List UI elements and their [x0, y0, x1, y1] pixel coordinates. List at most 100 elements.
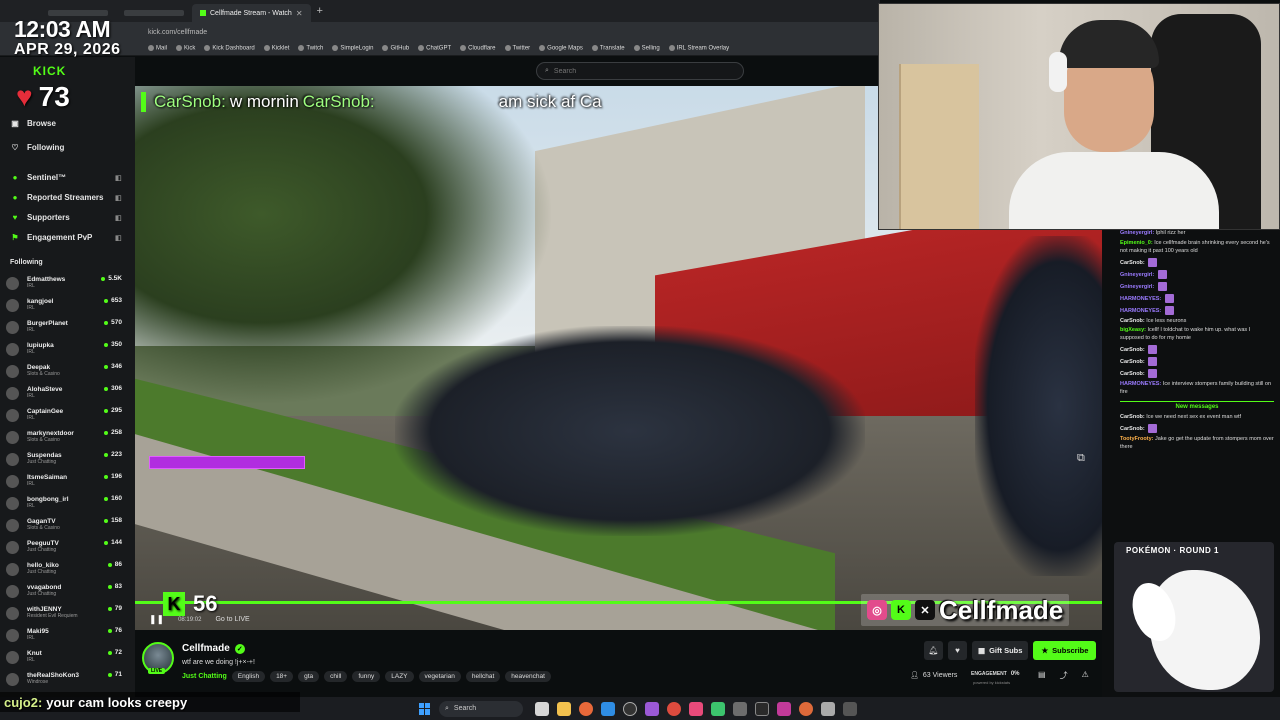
pin-icon[interactable]: ◧ [115, 234, 122, 242]
stream-tag[interactable]: LAZY [385, 671, 414, 682]
notifications-button[interactable]: 🔔︎ [924, 641, 943, 660]
chrome-icon[interactable] [667, 701, 681, 716]
bookmark-item[interactable]: Selling [633, 45, 660, 52]
sidebar-item-supporters[interactable]: ♥ Supporters ◧ [10, 213, 122, 222]
search-field[interactable]: ⌕ [536, 62, 744, 80]
following-item[interactable]: withJENNY Resident Evil Requiem 79 [6, 602, 132, 624]
firefox-icon[interactable] [579, 701, 593, 716]
stream-tag[interactable]: chill [324, 671, 348, 682]
vscode-icon[interactable] [601, 701, 615, 716]
file-explorer-icon[interactable] [557, 701, 571, 716]
chat-username[interactable]: CarSnob: [1120, 426, 1145, 432]
chat-username[interactable]: CarSnob: [1120, 347, 1145, 353]
bookmark-item[interactable]: GitHub [382, 45, 409, 52]
chat-username[interactable]: CarSnob: [1120, 318, 1145, 324]
stream-tag[interactable]: heavenchat [505, 671, 551, 682]
following-item[interactable]: Edmatthews IRL 5.5K [6, 272, 132, 294]
bookmark-item[interactable]: Cloudflare [460, 45, 496, 52]
clip-icon[interactable]: ▤ [1038, 670, 1046, 681]
bookmark-item[interactable]: Google Maps [539, 45, 583, 52]
task-view-icon[interactable] [535, 701, 549, 716]
theatre-mode-icon[interactable]: ⧉ [1077, 452, 1085, 465]
sidebar-item-following[interactable]: ♡ Following [10, 143, 64, 152]
chat-username[interactable]: CarSnob: [1120, 359, 1145, 365]
following-item[interactable]: ItsmeSaiman IRL 196 [6, 470, 132, 492]
chat-username[interactable]: Gnineyergirl: [1120, 272, 1154, 278]
streamer-name[interactable]: Cellfmade [182, 643, 230, 654]
address-bar[interactable]: kick.com/cellfmade [0, 22, 880, 42]
bookmark-item[interactable]: Twitch [298, 45, 323, 52]
bookmark-item[interactable]: IRL Stream Overlay [668, 45, 729, 52]
app-icon[interactable] [733, 701, 747, 716]
app-icon[interactable] [799, 701, 813, 716]
sidebar-item-sentinel[interactable]: ● Sentinel™ ◧ [10, 173, 122, 182]
bookmark-item[interactable]: Mail [148, 45, 167, 52]
sidebar-item-browse[interactable]: ▣ Browse [10, 119, 56, 128]
taskbar-search[interactable]: ⌕ Search [439, 700, 523, 717]
stream-tag[interactable]: hellchat [465, 671, 501, 682]
new-tab-icon[interactable]: + [317, 5, 323, 17]
stream-tag[interactable]: vegetarian [418, 671, 461, 682]
following-item[interactable]: GaganTV Slots & Casino 158 [6, 514, 132, 536]
following-item[interactable]: lupiupka IRL 350 [6, 338, 132, 360]
app-icon[interactable] [843, 701, 857, 716]
bookmark-item[interactable]: Kick Dashboard [204, 45, 255, 52]
sidebar-item-engagement-pvp[interactable]: ⚑ Engagement PvP ◧ [10, 233, 121, 242]
browser-tab[interactable] [116, 4, 192, 22]
following-item[interactable]: PeeguuTV Just Chatting 144 [6, 536, 132, 558]
chat-username[interactable]: bigXeasy: [1120, 327, 1146, 333]
chat-username[interactable]: Epimenio_0: [1120, 240, 1153, 246]
app-icon[interactable] [711, 701, 725, 716]
bookmark-item[interactable]: Twitter [504, 45, 530, 52]
bookmark-item[interactable]: Kick [176, 45, 195, 52]
chat-username[interactable]: Gnineyergirl: [1120, 230, 1154, 236]
app-icon[interactable] [821, 701, 835, 716]
app-icon[interactable] [777, 701, 791, 716]
following-item[interactable]: hello_kiko Just Chatting 86 [6, 558, 132, 580]
app-icon[interactable] [645, 701, 659, 716]
pin-icon[interactable]: ◧ [115, 174, 122, 182]
chat-username[interactable]: TootyFrooty: [1120, 436, 1154, 442]
pin-icon[interactable]: ◧ [115, 194, 122, 202]
obs-icon[interactable] [623, 701, 637, 716]
subscribe-button[interactable]: ★ Subscribe [1033, 641, 1097, 660]
following-item[interactable]: markynextdoor Slots & Casino 258 [6, 426, 132, 448]
chat-username[interactable]: HARMONEYES: [1120, 308, 1161, 314]
follow-heart-button[interactable]: ♥ [948, 641, 967, 660]
go-to-live-button[interactable]: Go to LIVE [215, 616, 249, 623]
chat-username[interactable]: Gnineyergirl: [1120, 284, 1154, 290]
following-item[interactable]: vvagabond Just Chatting 83 [6, 580, 132, 602]
chat-username[interactable]: HARMONEYES: [1120, 296, 1161, 302]
following-item[interactable]: AlohaSteve IRL 306 [6, 382, 132, 404]
chat-username[interactable]: CarSnob: [1120, 414, 1145, 420]
following-item[interactable]: CaptainGee IRL 295 [6, 404, 132, 426]
windows-start-icon[interactable] [419, 702, 431, 715]
pin-icon[interactable]: ◧ [115, 214, 122, 222]
chat-username[interactable]: CarSnob: [1120, 371, 1145, 377]
browser-tab-active[interactable]: Cellfmade Stream - Watch ✕ [192, 4, 311, 22]
stream-tag[interactable]: funny [352, 671, 381, 682]
stream-tag[interactable]: English [231, 671, 266, 682]
chat-username[interactable]: CarSnob: [1120, 260, 1145, 266]
following-item[interactable]: Suspendas Just Chatting 223 [6, 448, 132, 470]
stream-tag[interactable]: 18+ [270, 671, 294, 682]
close-tab-icon[interactable]: ✕ [296, 9, 303, 18]
following-item[interactable]: kangjoel IRL 653 [6, 294, 132, 316]
stream-category[interactable]: Just Chatting [182, 673, 227, 680]
app-icon[interactable] [755, 701, 769, 716]
app-icon[interactable] [689, 701, 703, 716]
bookmark-item[interactable]: ChatGPT [418, 45, 451, 52]
following-item[interactable]: bongbong_irl IRL 160 [6, 492, 132, 514]
following-item[interactable]: Maki95 IRL 76 [6, 624, 132, 646]
bookmark-item[interactable]: Translate [591, 45, 625, 52]
chat-username[interactable]: HARMONEYES: [1120, 381, 1161, 387]
search-input[interactable] [553, 67, 724, 75]
bookmark-item[interactable]: Kicklet [263, 45, 289, 52]
following-item[interactable]: Knut IRL 72 [6, 646, 132, 668]
following-item[interactable]: BurgerPlanet IRL 570 [6, 316, 132, 338]
gift-subs-button[interactable]: ▦ Gift Subs [972, 641, 1029, 660]
share-icon[interactable]: ⤴ [1060, 670, 1068, 681]
bookmark-item[interactable]: SimpleLogin [332, 45, 373, 52]
pause-icon[interactable]: ❚❚ [149, 614, 164, 625]
report-icon[interactable]: ⚠ [1082, 670, 1089, 681]
